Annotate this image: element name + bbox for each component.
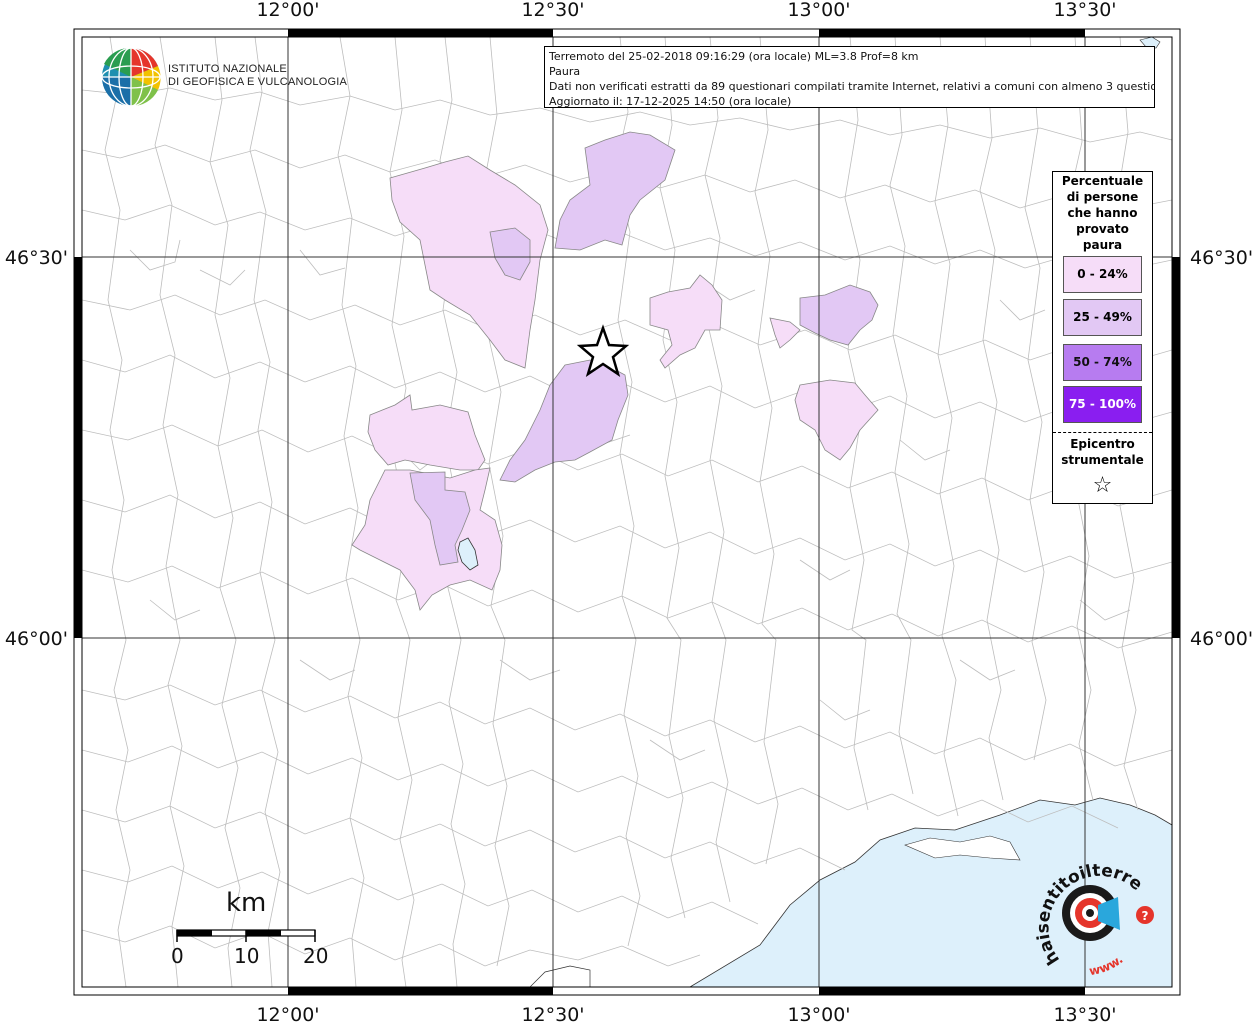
legend-star-icon: ☆: [1092, 473, 1113, 498]
legend-epicenter-label: Epicentro strumentale: [1061, 437, 1144, 467]
scale-tick-20: 20: [303, 944, 329, 968]
top-lon-label-3: 13°00': [787, 0, 850, 21]
right-lat-label-1: 46°30': [1190, 247, 1253, 269]
ingv-logo-text: ISTITUTO NAZIONALE DI GEOFISICA E VULCAN…: [168, 63, 347, 89]
legend-item-75-100: 75 - 100%: [1063, 386, 1142, 423]
legend-separator: [1053, 432, 1152, 433]
top-lon-label-2: 12°30': [521, 0, 584, 21]
legend-item-0-24: 0 - 24%: [1063, 256, 1142, 293]
right-lat-label-2: 46°00': [1190, 628, 1253, 650]
data-note: Dati non verificati estratti da 89 quest…: [549, 80, 1155, 93]
left-lat-label-2: 46°00': [5, 628, 68, 650]
ingv-name-line-2: DI GEOFISICA E VULCANOLOGIA: [168, 76, 347, 88]
top-lon-label-1: 12°00': [256, 0, 319, 21]
ingv-logo-icon: [101, 47, 161, 107]
bottom-lon-label-3: 13°00': [787, 1004, 850, 1024]
top-lon-label-4: 13°30': [1053, 0, 1116, 21]
ingv-name-line-1: ISTITUTO NAZIONALE: [168, 63, 287, 75]
legend-epicenter: Epicentro strumentale ☆: [1053, 436, 1152, 500]
left-lat-label-1: 46°30': [5, 247, 68, 269]
bottom-lon-label-1: 12°00': [256, 1004, 319, 1024]
bottom-lon-label-4: 13°30': [1053, 1004, 1116, 1024]
earthquake-title: Terremoto del 25-02-2018 09:16:29 (ora l…: [549, 50, 919, 63]
earthquake-info-box: Terremoto del 25-02-2018 09:16:29 (ora l…: [544, 46, 1155, 108]
legend: Percentuale di persone che hanno provato…: [1052, 171, 1153, 504]
map-parameter: Paura: [549, 65, 581, 78]
scale-unit: km: [226, 888, 267, 918]
intensity-map: 12°00' 12°30' 13°00' 13°30' 12°00' 12°30…: [0, 0, 1253, 1024]
scale-tick-0: 0: [171, 944, 184, 968]
bottom-lon-label-2: 12°30': [521, 1004, 584, 1024]
scale-tick-10: 10: [234, 944, 260, 968]
legend-title: Percentuale di persone che hanno provato…: [1061, 174, 1144, 252]
updated-timestamp: Aggiornato il: 17-12-2025 14:50 (ora loc…: [549, 95, 792, 108]
legend-item-50-74: 50 - 74%: [1063, 344, 1142, 381]
svg-text:?: ?: [1142, 909, 1149, 923]
legend-item-25-49: 25 - 49%: [1063, 299, 1142, 336]
